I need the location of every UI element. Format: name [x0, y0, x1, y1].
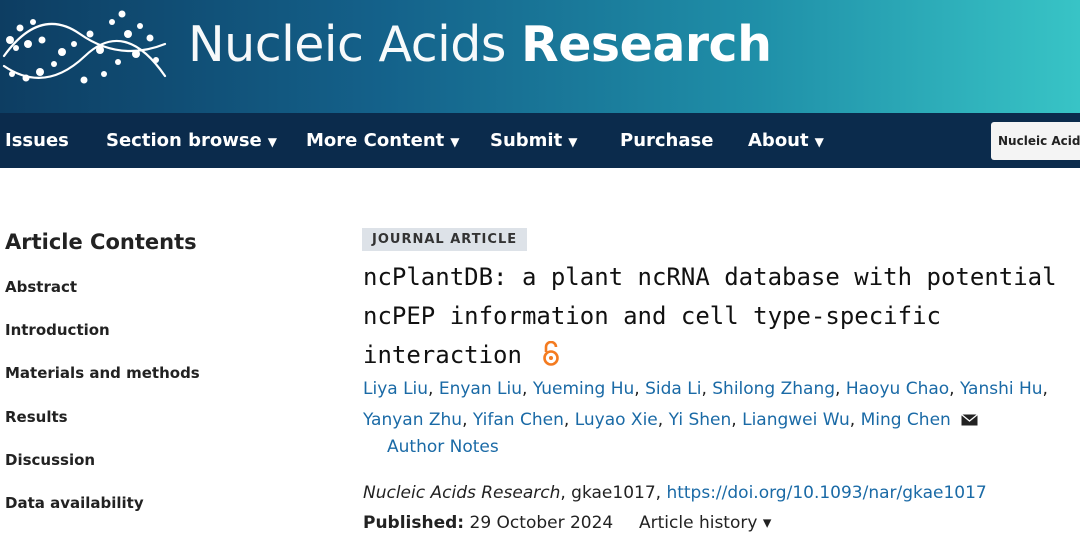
- journal-select[interactable]: Nucleic Acids: [991, 122, 1080, 160]
- journal-name: Nucleic Acids Research: [363, 483, 561, 503]
- caret-down-icon: ▼: [267, 135, 277, 149]
- author-link[interactable]: Liangwei Wu: [742, 410, 850, 430]
- nav-item-about[interactable]: About ▼: [748, 113, 824, 168]
- author-link[interactable]: Yifan Chen: [473, 410, 564, 430]
- published-line: Published: 29 October 2024: [363, 513, 613, 533]
- published-label: Published:: [363, 513, 465, 533]
- article-type-badge: JOURNAL ARTICLE: [362, 228, 528, 251]
- brand-regular: Nucleic Acids: [188, 16, 506, 73]
- citation-line: Nucleic Acids Research, gkae1017, https:…: [363, 483, 987, 503]
- toc-item-introduction[interactable]: Introduction: [5, 321, 110, 339]
- nav-item-label: Issues: [5, 130, 69, 151]
- caret-down-icon: ▼: [450, 135, 460, 149]
- author-list: Liya Liu, Enyan Liu, Yueming Hu, Sida Li…: [363, 379, 1048, 430]
- caret-down-icon: ▼: [568, 135, 578, 149]
- nav-item-submit[interactable]: Submit ▼: [490, 113, 577, 168]
- toc-item-data-availability[interactable]: Data availability: [5, 494, 144, 512]
- article-title-text: ncPlantDB: a plant ncRNA database with p…: [363, 263, 1057, 369]
- site-header: Nucleic Acids Research: [0, 0, 1080, 113]
- toc-item-discussion[interactable]: Discussion: [5, 451, 95, 469]
- published-date: 29 October 2024: [469, 513, 614, 533]
- doi-link[interactable]: https://doi.org/10.1093/nar/gkae1017: [666, 483, 986, 503]
- article-title: ncPlantDB: a plant ncRNA database with p…: [363, 258, 1080, 375]
- author-link[interactable]: Luyao Xie: [575, 410, 658, 430]
- author-link[interactable]: Liya Liu: [363, 379, 428, 399]
- author-link[interactable]: Enyan Liu: [439, 379, 522, 399]
- logo-icon[interactable]: [0, 4, 170, 88]
- article-history-toggle[interactable]: Article history ▾: [639, 513, 771, 533]
- article-contents-heading: Article Contents: [5, 230, 197, 254]
- nav-item-label: About: [748, 130, 809, 151]
- open-access-icon: [543, 341, 560, 366]
- author-link[interactable]: Haoyu Chao: [846, 379, 949, 399]
- nav-item-label: Submit: [490, 130, 563, 151]
- nav-item-label: Purchase: [620, 130, 714, 151]
- journal-brand[interactable]: Nucleic Acids Research: [188, 16, 772, 73]
- author-notes-link[interactable]: Author Notes: [387, 437, 499, 457]
- author-link[interactable]: Yi Shen: [669, 410, 732, 430]
- article-id: , gkae1017,: [560, 483, 667, 503]
- author-link[interactable]: Yanyan Zhu: [363, 410, 462, 430]
- toc-item-results[interactable]: Results: [5, 408, 68, 426]
- nav-item-purchase[interactable]: Purchase: [620, 113, 713, 168]
- author-link[interactable]: Yueming Hu: [533, 379, 634, 399]
- toc-item-abstract[interactable]: Abstract: [5, 278, 77, 296]
- nav-item-section-browse[interactable]: Section browse ▼: [106, 113, 277, 168]
- caret-down-icon: ▼: [814, 135, 824, 149]
- toc-item-materials-methods[interactable]: Materials and methods: [5, 364, 200, 382]
- nav-item-more-content[interactable]: More Content ▼: [306, 113, 460, 168]
- author-link[interactable]: Sida Li: [645, 379, 701, 399]
- nav-item-issues[interactable]: Issues: [5, 113, 69, 168]
- envelope-icon[interactable]: [961, 414, 979, 426]
- author-link[interactable]: Shilong Zhang: [712, 379, 835, 399]
- nav-item-label: Section browse: [106, 130, 262, 151]
- brand-bold: Research: [520, 16, 772, 73]
- author-link[interactable]: Ming Chen: [861, 410, 951, 430]
- nav-item-label: More Content: [306, 130, 445, 151]
- author-link[interactable]: Yanshi Hu: [960, 379, 1043, 399]
- main-nav: Issues Section browse ▼ More Content ▼ Sub…: [0, 113, 1080, 168]
